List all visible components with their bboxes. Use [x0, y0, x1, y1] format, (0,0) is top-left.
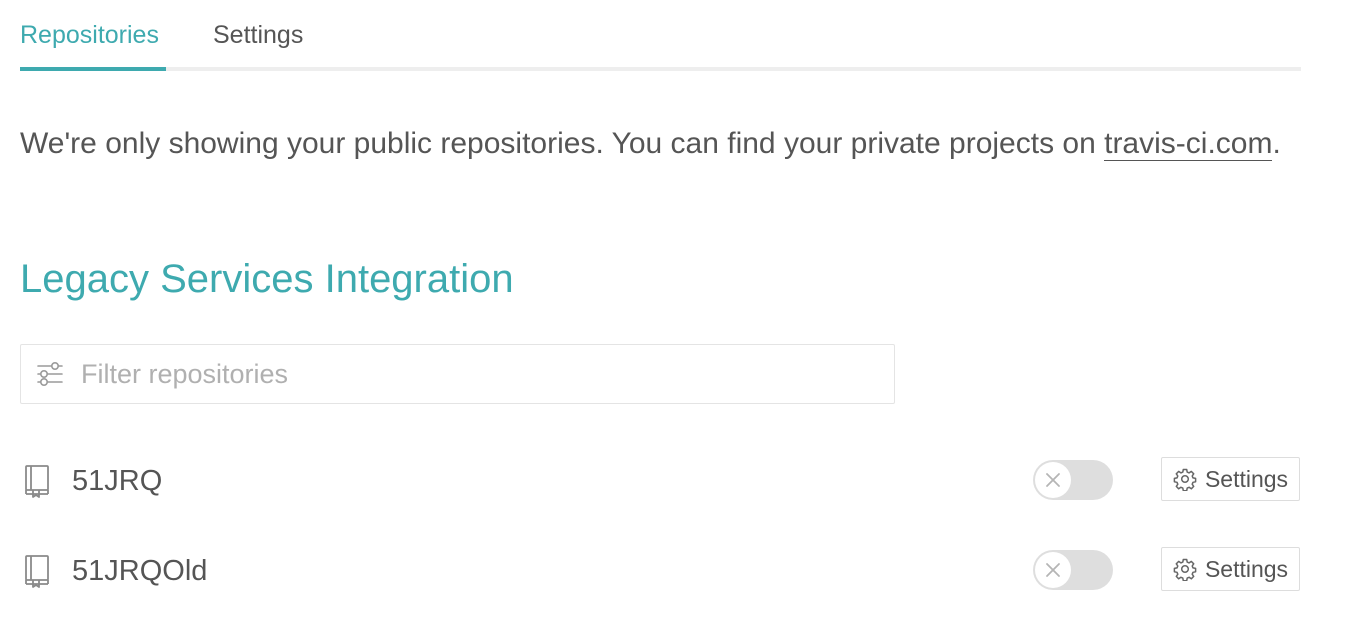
gear-icon — [1173, 558, 1197, 581]
section-title: Legacy Services Integration — [20, 257, 514, 301]
tab-bar: Repositories Settings — [20, 0, 1301, 72]
page: Repositories Settings We're only showing… — [0, 0, 1346, 622]
settings-label: Settings — [1204, 555, 1289, 582]
filter-sliders-icon — [37, 361, 63, 386]
toggle-knob — [1035, 462, 1071, 498]
repo-name[interactable]: 51JRQOld — [72, 552, 207, 590]
repo-row: 51JRQOld Settings — [20, 546, 1301, 596]
public-repos-notice: We're only showing your public repositor… — [20, 124, 1281, 164]
repo-toggle[interactable] — [1033, 460, 1113, 500]
tab-settings[interactable]: Settings — [213, 18, 303, 52]
repo-settings-button[interactable]: Settings — [1161, 547, 1300, 591]
repo-settings-button[interactable]: Settings — [1161, 457, 1300, 501]
repo-row: 51JRQ Settings — [20, 456, 1301, 506]
repo-name[interactable]: 51JRQ — [72, 462, 162, 500]
travis-ci-com-link[interactable]: travis-ci.com — [1104, 127, 1273, 161]
notice-text: We're only showing your public repositor… — [20, 127, 1105, 160]
toggle-knob — [1035, 552, 1071, 588]
notice-suffix: . — [1272, 127, 1281, 160]
close-icon — [1046, 473, 1060, 487]
filter-input[interactable] — [79, 357, 863, 391]
filter-box[interactable] — [20, 344, 895, 404]
tab-bar-track — [20, 67, 1301, 71]
settings-label: Settings — [1204, 465, 1289, 492]
repo-toggle[interactable] — [1033, 550, 1113, 590]
repository-book-icon — [25, 555, 49, 588]
tab-active-indicator — [20, 67, 166, 71]
close-icon — [1046, 563, 1060, 577]
gear-icon — [1173, 468, 1197, 491]
repository-book-icon — [25, 465, 49, 498]
tab-repositories[interactable]: Repositories — [20, 18, 159, 52]
